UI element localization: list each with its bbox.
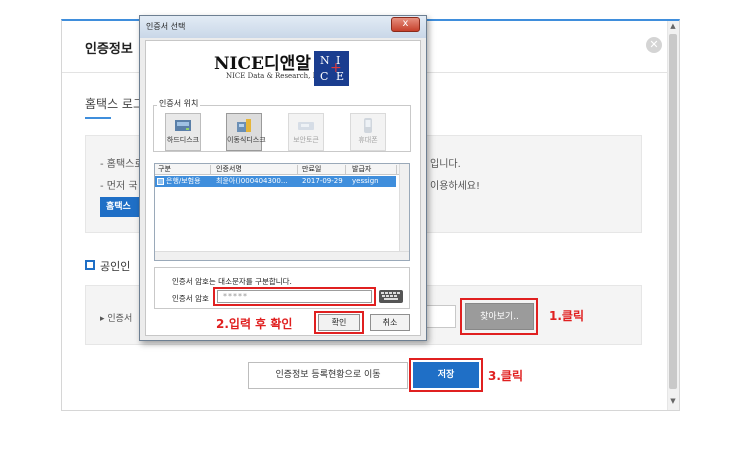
cert-name-cell: 최윤아()000404300... [216,177,288,185]
column-separator [345,165,346,175]
column-header[interactable]: 인증서명 [216,164,242,175]
info-text-line: - 홈택스로 [100,159,144,170]
hometax-login-heading: 홈택스 로그 [85,97,145,111]
virtual-keyboard-icon[interactable] [379,290,403,303]
logo-plus-mark: + [330,60,342,76]
browse-button[interactable]: 찾아보기.. [465,303,534,330]
removable-disk-icon [237,119,251,132]
hard-disk-icon [175,120,191,131]
cert-row-label: ▸ 인증서 [100,314,133,324]
nice-logo-icon: N I C E + [314,51,349,86]
step3-annotation: 3.클릭 [488,369,523,383]
cert-type-cell: 은행/보험용 [166,177,201,185]
panel-scrollbar-thumb[interactable] [669,34,677,389]
ok-button[interactable]: 확인 [318,314,360,331]
nice-logo-text: NICE디앤알 [214,54,311,74]
column-separator [210,165,211,175]
storage-label: 이동식디스크 [227,136,266,144]
panel-title: 인증정보 [85,42,133,57]
status-button[interactable]: 인증정보 등록현황으로 이동 [248,362,408,389]
table-vertical-scrollbar[interactable] [399,164,409,251]
storage-label: 휴대폰 [358,136,378,144]
column-header[interactable]: 만료일 [302,164,321,175]
close-icon[interactable]: ✕ [646,37,662,53]
password-input[interactable]: ***** [217,290,372,303]
column-separator [297,165,298,175]
info-text-line: - 먼저 국 [100,181,138,192]
cert-section-title: 공인인 [100,260,131,273]
table-horizontal-scrollbar[interactable] [155,251,409,260]
security-token-icon [298,122,314,130]
storage-hard-disk-button[interactable]: 하드디스크 [165,113,201,151]
storage-mobile-phone-button[interactable]: 휴대폰 [350,113,386,151]
column-header[interactable]: 구분 [158,164,171,175]
scroll-up-icon[interactable]: ▲ [667,22,679,32]
keyboard-keys-graphic [381,292,400,300]
storage-label: 보안토큰 [293,136,319,144]
save-button[interactable]: 저장 [413,362,479,388]
logo-letter: C [320,70,329,83]
info-text-line-end: 입니다. [430,159,461,170]
cert-issuer-cell: yessign [352,177,379,185]
heading-underline [85,117,111,119]
step2-annotation: 2.입력 후 확인 [216,317,293,331]
hometax-button[interactable]: 홈택스 [100,197,142,217]
step1-annotation: 1.클릭 [549,309,584,323]
password-case-note: 인증서 암호는 대소문자를 구분합니다. [172,277,292,286]
logo-letter: N [320,54,330,67]
storage-removable-disk-button[interactable]: 이동식디스크 [226,113,266,151]
mobile-phone-icon [364,118,372,133]
cancel-button[interactable]: 취소 [370,314,410,331]
scroll-down-icon[interactable]: ▼ [667,397,679,407]
info-text-line-end: 이용하세요! [430,181,481,192]
storage-security-token-button[interactable]: 보안토큰 [288,113,324,151]
column-header[interactable]: 발급자 [352,164,371,175]
dialog-title: 인증서 선택 [146,22,186,31]
cert-location-legend: 인증서 위치 [157,98,201,109]
dialog-close-button[interactable]: x [391,17,420,32]
cert-expiry-cell: 2017-09-29 [302,177,343,185]
section-square-icon [85,260,95,270]
storage-label: 하드디스크 [166,136,200,144]
cert-row-label-text: 인증서 [107,314,133,324]
password-label: 인증서 암호 [172,294,209,303]
column-separator [396,165,397,175]
nice-logo-subtitle: NICE Data & Research, Inc [226,72,324,80]
certificate-icon [157,178,164,185]
